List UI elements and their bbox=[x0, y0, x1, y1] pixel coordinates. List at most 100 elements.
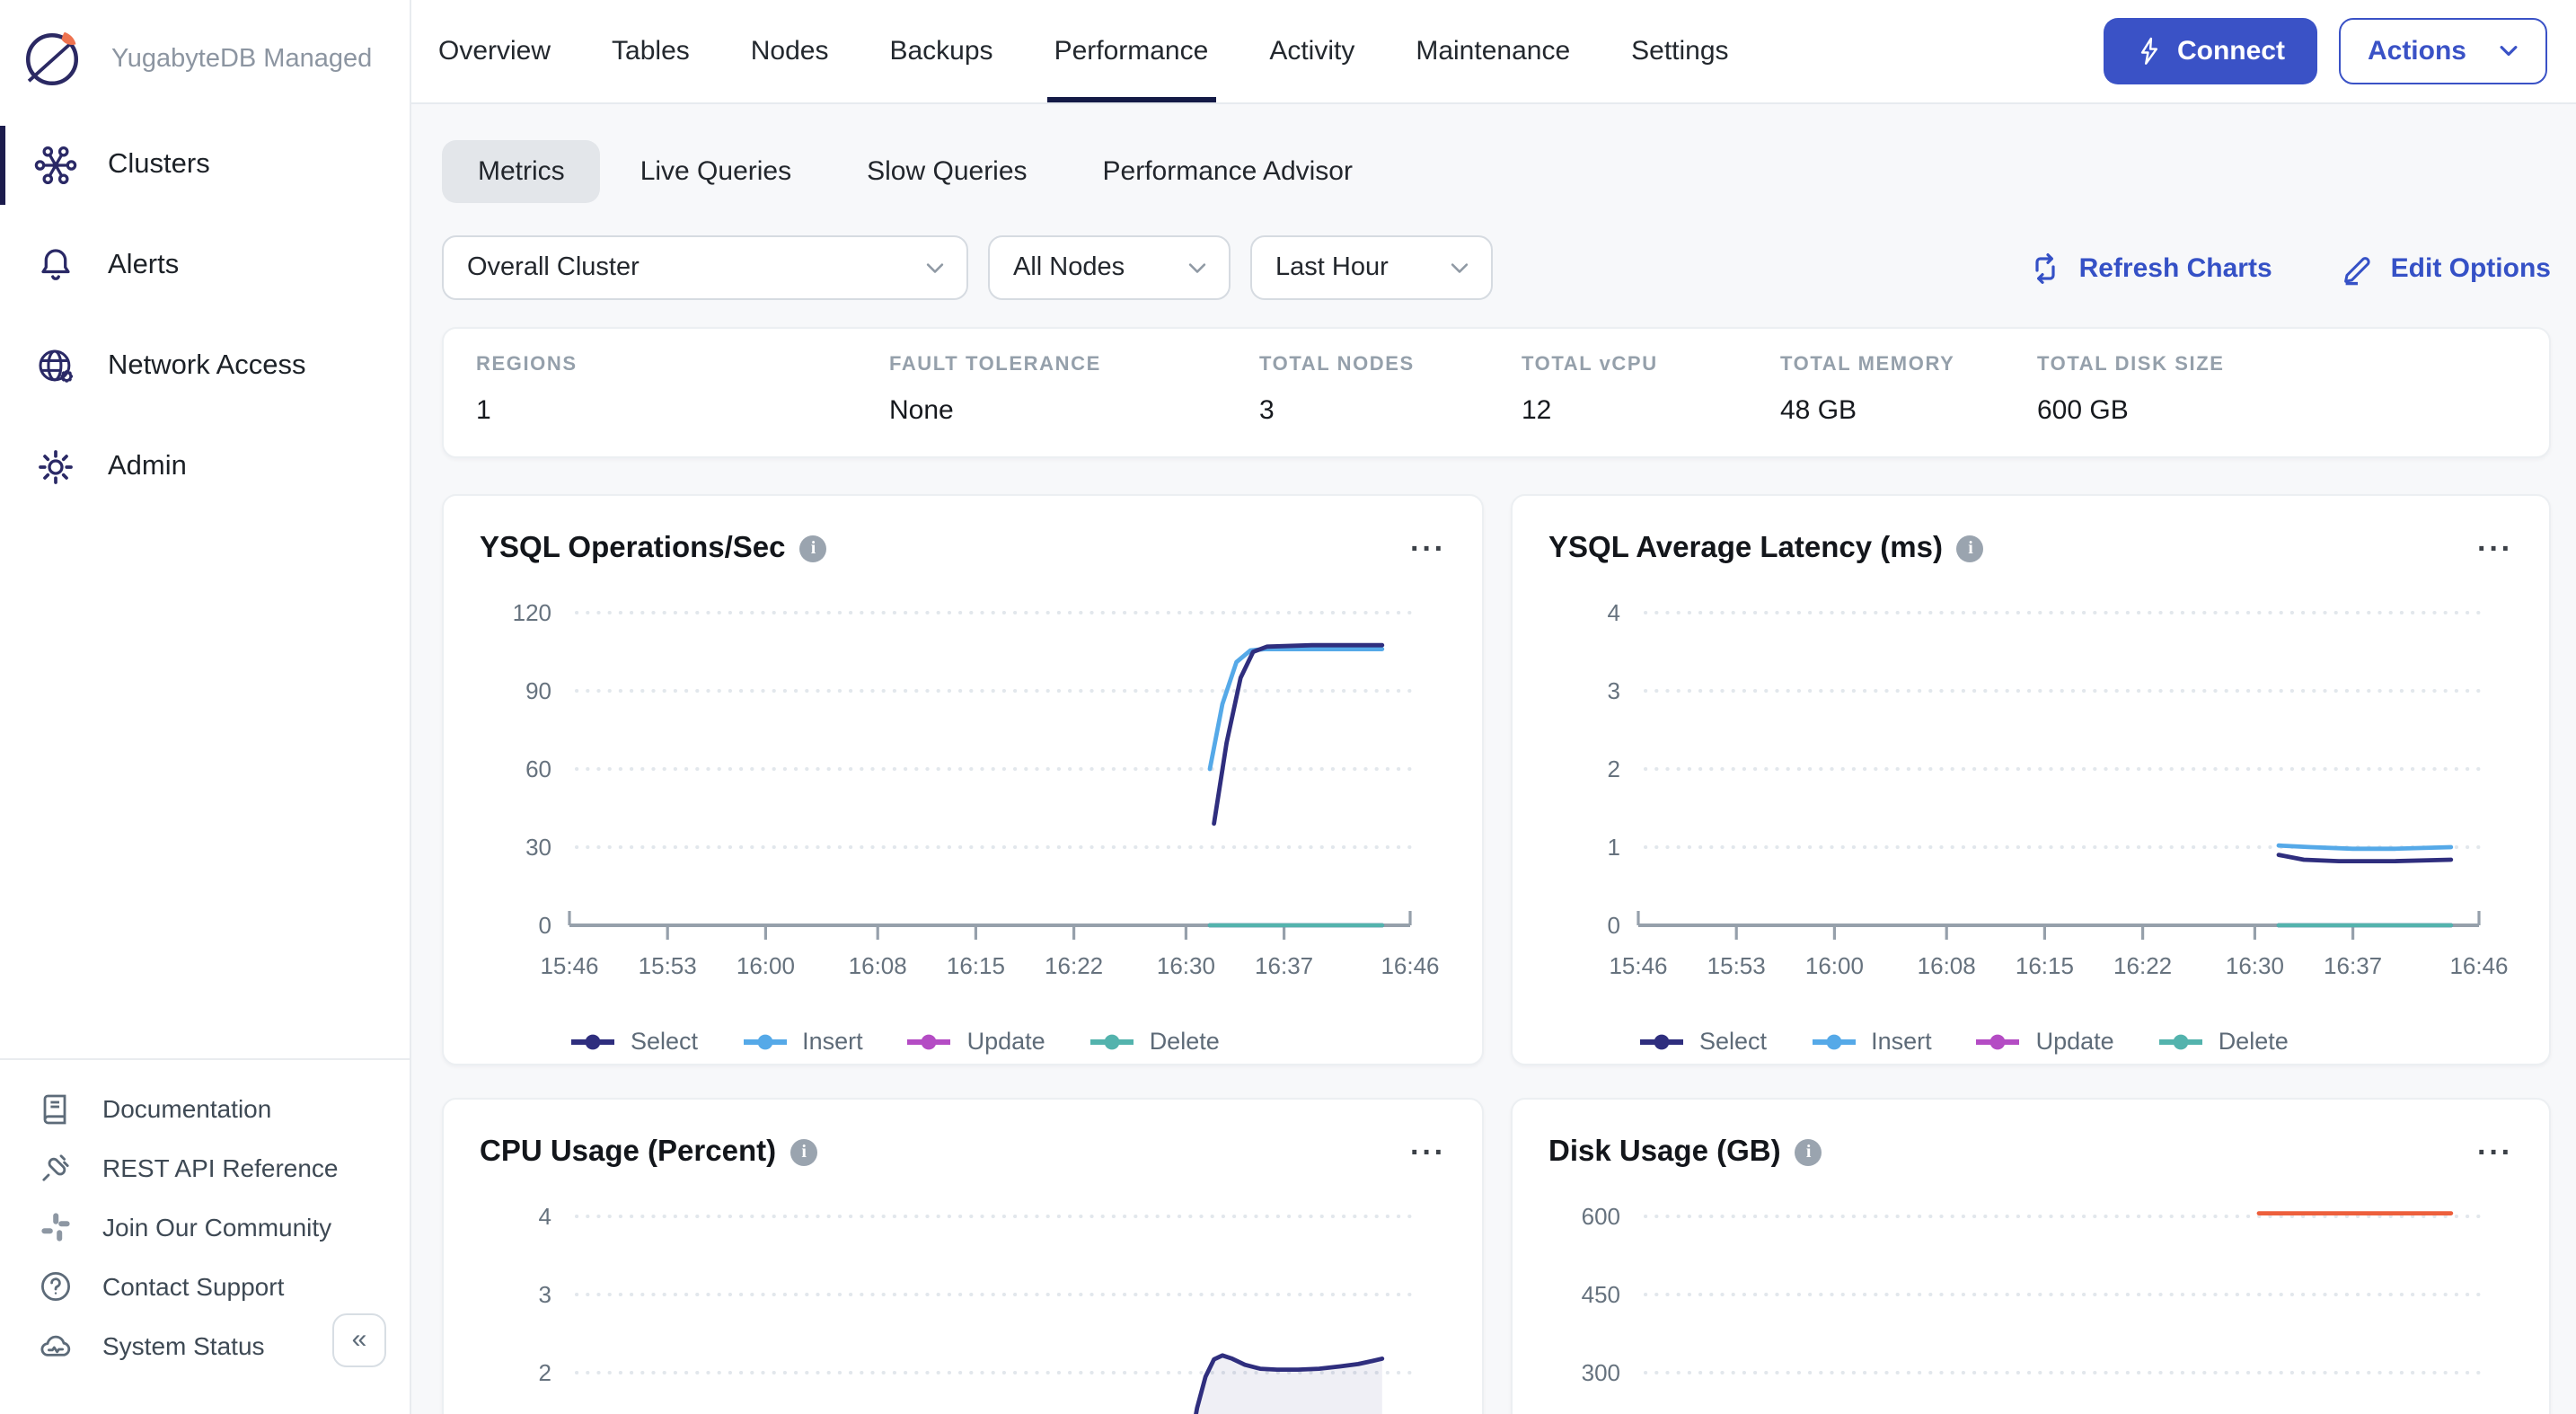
chart-card-disk-usage: Disk Usage (GB) i ··· 600450300150015:46… bbox=[1511, 1098, 2551, 1414]
nav-tab[interactable]: Maintenance bbox=[1416, 0, 1570, 102]
filter-row: Overall Cluster All Nodes Last Hour bbox=[442, 235, 2551, 300]
svg-text:16:46: 16:46 bbox=[1381, 952, 1439, 979]
chart-menu-button[interactable]: ··· bbox=[1410, 1136, 1446, 1167]
nav-tab[interactable]: Overview bbox=[438, 0, 551, 102]
bell-icon bbox=[34, 244, 77, 287]
svg-text:15:53: 15:53 bbox=[1707, 952, 1766, 979]
footer-item-label: Contact Support bbox=[102, 1271, 284, 1300]
clusters-icon bbox=[34, 144, 77, 187]
subtab[interactable]: Metrics bbox=[442, 140, 601, 203]
sidebar-item-label: Admin bbox=[108, 451, 187, 483]
sidebar-collapse-button[interactable]: « bbox=[332, 1313, 386, 1367]
nav-tab[interactable]: Activity bbox=[1269, 0, 1354, 102]
info-icon[interactable]: i bbox=[800, 535, 827, 561]
brand-name: YugabyteDB Managed bbox=[111, 44, 372, 73]
legend-marker-icon bbox=[1089, 1032, 1135, 1050]
legend-item[interactable]: Insert bbox=[1810, 1028, 1932, 1055]
refresh-charts-button[interactable]: Refresh Charts bbox=[2029, 251, 2272, 285]
svg-text:450: 450 bbox=[1582, 1281, 1620, 1308]
chart-menu-button[interactable]: ··· bbox=[2477, 533, 2513, 563]
nav-tab[interactable]: Performance bbox=[1054, 0, 1209, 102]
svg-text:2: 2 bbox=[539, 1359, 551, 1386]
top-nav: Overview Tables Nodes Backups Performance Act… bbox=[411, 0, 2576, 104]
legend-marker-icon bbox=[1638, 1032, 1685, 1050]
gear-icon bbox=[34, 446, 77, 489]
info-icon[interactable]: i bbox=[790, 1138, 817, 1165]
time-range-select[interactable]: Last Hour bbox=[1250, 235, 1493, 300]
subtab[interactable]: Live Queries bbox=[604, 140, 827, 203]
lightning-icon bbox=[2136, 36, 2163, 66]
chart-menu-button[interactable]: ··· bbox=[2477, 1136, 2513, 1167]
svg-text:4: 4 bbox=[1608, 599, 1620, 626]
legend-item[interactable]: Insert bbox=[741, 1028, 863, 1055]
info-icon[interactable]: i bbox=[1795, 1138, 1822, 1165]
cluster-select-value: Overall Cluster bbox=[467, 253, 640, 282]
sidebar-item-documentation[interactable]: Documentation bbox=[0, 1078, 410, 1137]
svg-text:15:46: 15:46 bbox=[1609, 952, 1667, 979]
stat-label: TOTAL vCPU bbox=[1522, 354, 1780, 376]
stat-value: 1 bbox=[476, 395, 889, 426]
info-icon[interactable]: i bbox=[1957, 535, 1984, 561]
svg-text:16:00: 16:00 bbox=[737, 952, 795, 979]
svg-text:16:30: 16:30 bbox=[1157, 952, 1215, 979]
content-area: MetricsLive QueriesSlow QueriesPerforman… bbox=[411, 104, 2576, 1414]
stat-item: REGIONS 1 bbox=[476, 354, 889, 435]
svg-text:3: 3 bbox=[1608, 677, 1620, 704]
legend-item[interactable]: Select bbox=[569, 1028, 698, 1055]
sidebar-item-alerts[interactable]: Alerts bbox=[0, 216, 410, 316]
chart-header: CPU Usage (Percent) i ··· bbox=[480, 1127, 1446, 1177]
svg-text:16:08: 16:08 bbox=[1918, 952, 1976, 979]
footer-item-label: Documentation bbox=[102, 1093, 271, 1122]
sidebar-item-support[interactable]: Contact Support bbox=[0, 1256, 410, 1315]
legend-item[interactable]: Delete bbox=[2157, 1028, 2289, 1055]
nav-tab[interactable]: Nodes bbox=[751, 0, 829, 102]
svg-text:16:15: 16:15 bbox=[947, 952, 1005, 979]
svg-text:16:46: 16:46 bbox=[2449, 952, 2508, 979]
nav-tab[interactable]: Settings bbox=[1631, 0, 1728, 102]
stat-item: TOTAL vCPU 12 bbox=[1522, 354, 1780, 435]
nodes-select[interactable]: All Nodes bbox=[988, 235, 1231, 300]
time-range-select-value: Last Hour bbox=[1275, 253, 1389, 282]
sidebar-item-admin[interactable]: Admin bbox=[0, 417, 410, 517]
legend-item[interactable]: Select bbox=[1638, 1028, 1767, 1055]
svg-text:2: 2 bbox=[1608, 756, 1620, 782]
chart-menu-button[interactable]: ··· bbox=[1410, 533, 1446, 563]
nav-tab[interactable]: Backups bbox=[889, 0, 992, 102]
refresh-charts-label: Refresh Charts bbox=[2079, 252, 2272, 283]
chart-card-ysql-operations: YSQL Operations/Sec i ··· 120906030015:4… bbox=[442, 494, 1484, 1065]
svg-text:16:37: 16:37 bbox=[2324, 952, 2382, 979]
footer-item-label: System Status bbox=[102, 1330, 265, 1359]
cluster-stats-bar: REGIONS 1 FAULT TOLERANCE None TOTAL NOD… bbox=[442, 327, 2551, 458]
performance-subtabs: MetricsLive QueriesSlow QueriesPerforman… bbox=[442, 140, 2551, 203]
nav-tab[interactable]: Tables bbox=[612, 0, 690, 102]
chart-header: YSQL Average Latency (ms) i ··· bbox=[1548, 523, 2513, 573]
legend-item[interactable]: Delete bbox=[1089, 1028, 1220, 1055]
sidebar-item-network-access[interactable]: Network Access bbox=[0, 316, 410, 417]
sidebar-item-rest-api[interactable]: REST API Reference bbox=[0, 1137, 410, 1197]
edit-options-button[interactable]: Edit Options bbox=[2341, 251, 2551, 285]
book-icon bbox=[38, 1090, 74, 1126]
stat-label: REGIONS bbox=[476, 354, 889, 376]
svg-text:4: 4 bbox=[539, 1203, 551, 1230]
brand[interactable]: YugabyteDB Managed bbox=[0, 0, 410, 115]
sidebar-item-community[interactable]: Join Our Community bbox=[0, 1197, 410, 1256]
sidebar-item-clusters[interactable]: Clusters bbox=[0, 115, 410, 216]
legend-item[interactable]: Update bbox=[1975, 1028, 2114, 1055]
help-circle-icon bbox=[38, 1268, 74, 1304]
cloud-status-icon bbox=[38, 1327, 74, 1363]
svg-text:30: 30 bbox=[525, 834, 551, 861]
stat-value: None bbox=[889, 395, 1259, 426]
cluster-select[interactable]: Overall Cluster bbox=[442, 235, 968, 300]
pencil-icon bbox=[2341, 251, 2375, 285]
legend-item[interactable]: Update bbox=[906, 1028, 1045, 1055]
edit-options-label: Edit Options bbox=[2391, 252, 2551, 283]
actions-button[interactable]: Actions bbox=[2339, 18, 2547, 84]
stat-value: 3 bbox=[1259, 395, 1522, 426]
svg-text:15:53: 15:53 bbox=[639, 952, 697, 979]
subtab[interactable]: Performance Advisor bbox=[1067, 140, 1389, 203]
connect-label: Connect bbox=[2177, 36, 2285, 66]
subtab[interactable]: Slow Queries bbox=[831, 140, 1063, 203]
svg-text:300: 300 bbox=[1582, 1359, 1620, 1386]
connect-button[interactable]: Connect bbox=[2104, 18, 2317, 84]
refresh-icon bbox=[2029, 251, 2063, 285]
